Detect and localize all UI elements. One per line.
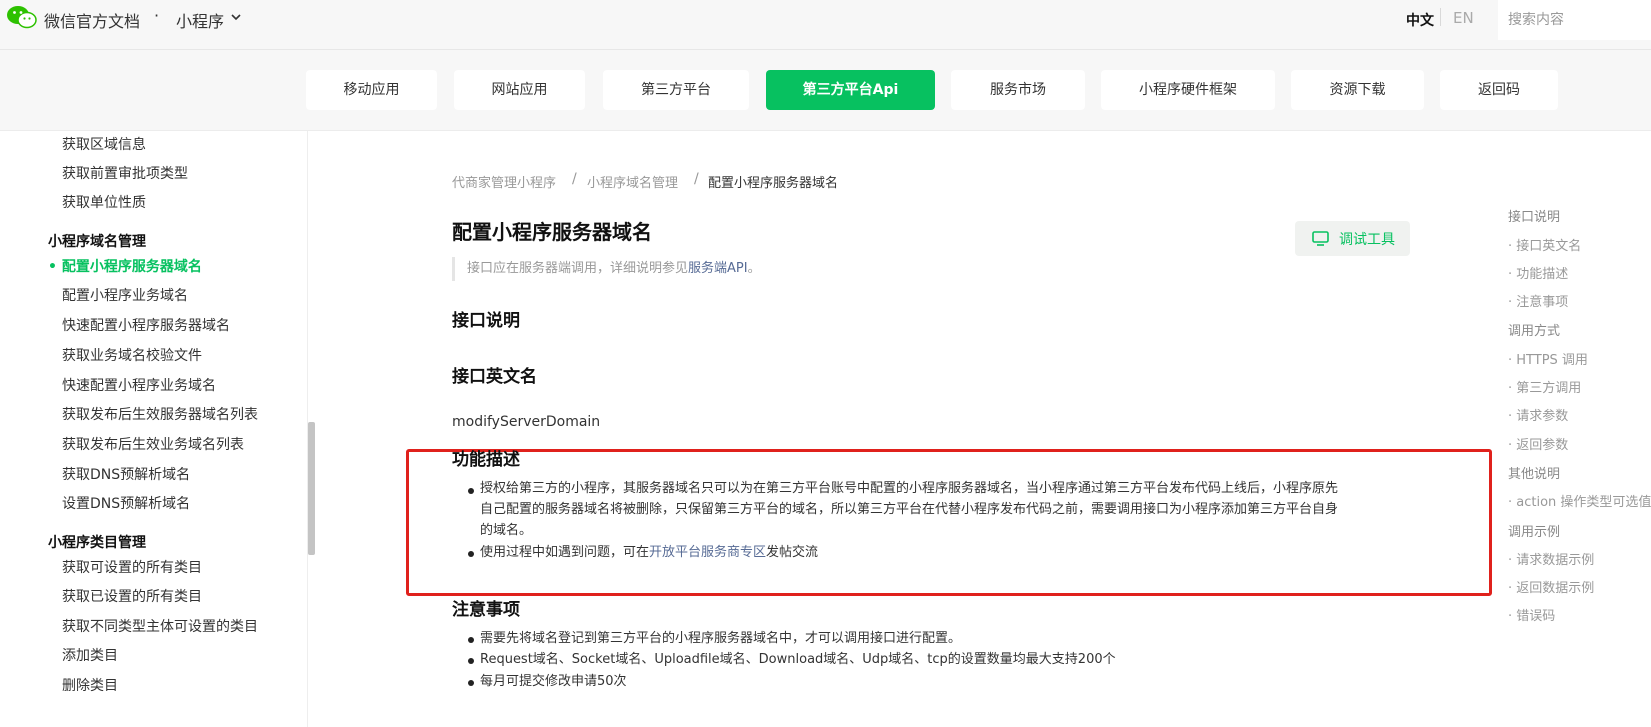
tab-mobile-app[interactable]: 移动应用 bbox=[306, 70, 437, 110]
toc-item[interactable]: · 请求数据示例 bbox=[1508, 549, 1594, 568]
sidebar-group-domain[interactable]: 小程序域名管理 bbox=[48, 231, 146, 251]
tab-return-codes[interactable]: 返回码 bbox=[1440, 70, 1558, 110]
main-content: 代商家管理小程序 / 小程序域名管理 / 配置小程序服务器域名 配置小程序服务器… bbox=[308, 131, 1651, 727]
search-box[interactable] bbox=[1498, 0, 1651, 40]
debug-tool-label: 调试工具 bbox=[1339, 232, 1395, 248]
api-english-name: modifyServerDomain bbox=[452, 414, 601, 430]
note-suffix: 。 bbox=[747, 261, 761, 276]
sidebar-item[interactable]: 添加类目 bbox=[62, 645, 118, 665]
note-text: 接口应在服务器端调用，详细说明参见 bbox=[467, 261, 689, 276]
bullet-dot bbox=[468, 488, 474, 494]
sidebar-item[interactable]: 获取发布后生效业务域名列表 bbox=[62, 434, 244, 454]
sidebar-item-active[interactable]: • 配置小程序服务器域名 bbox=[48, 256, 202, 276]
search-input[interactable] bbox=[1498, 0, 1651, 40]
lang-divider bbox=[1440, 8, 1441, 26]
func-p2-prefix: 使用过程中如遇到问题，可在 bbox=[480, 545, 650, 560]
debug-tool-button[interactable]: 调试工具 bbox=[1295, 221, 1410, 256]
server-api-note: 接口应在服务器端调用，详细说明参见服务端API。 bbox=[452, 257, 761, 281]
toc-item[interactable]: · HTTPS 调用 bbox=[1508, 349, 1588, 368]
toc-item[interactable]: · 第三方调用 bbox=[1508, 377, 1581, 396]
func-desc-line: 自己配置的服务器域名将被删除，只保留第三方平台的域名，所以第三方平台在代替小程序… bbox=[480, 502, 1339, 517]
sidebar-active-label: 配置小程序服务器域名 bbox=[61, 259, 202, 275]
toc-item[interactable]: · 注意事项 bbox=[1508, 291, 1568, 310]
bullet-dot bbox=[468, 658, 474, 664]
section-function: 功能描述 bbox=[452, 450, 520, 470]
page-title: 配置小程序服务器域名 bbox=[452, 220, 652, 244]
category-tabbar: 移动应用 网站应用 第三方平台 第三方平台Api 服务市场 小程序硬件框架 资源… bbox=[0, 50, 1651, 131]
sidebar-item[interactable]: 快速配置小程序业务域名 bbox=[62, 375, 216, 395]
section-interface: 接口说明 bbox=[452, 311, 520, 331]
tab-hardware-framework[interactable]: 小程序硬件框架 bbox=[1101, 70, 1275, 110]
sidebar-item-approval-types[interactable]: 获取前置审批项类型 bbox=[62, 163, 188, 183]
sidebar-item[interactable]: 获取已设置的所有类目 bbox=[62, 586, 202, 606]
wechat-logo-icon[interactable] bbox=[6, 4, 38, 30]
sidebar-item[interactable]: 快速配置小程序服务器域名 bbox=[62, 315, 230, 335]
tab-website-app[interactable]: 网站应用 bbox=[454, 70, 585, 110]
bullet-dot bbox=[468, 551, 474, 557]
service-provider-zone-link[interactable]: 开放平台服务商专区 bbox=[649, 545, 766, 560]
func-p2-suffix: 发帖交流 bbox=[766, 545, 819, 560]
chevron-down-icon[interactable] bbox=[230, 11, 242, 23]
sidebar-item[interactable]: 获取不同类型主体可设置的类目 bbox=[62, 616, 258, 636]
toc-item[interactable]: · 接口英文名 bbox=[1508, 235, 1581, 254]
red-highlight-box bbox=[406, 449, 1492, 596]
tab-third-party[interactable]: 第三方平台 bbox=[603, 70, 749, 110]
sidebar-item[interactable]: 删除类目 bbox=[62, 675, 118, 695]
toc-item[interactable]: · 返回参数 bbox=[1508, 434, 1568, 453]
sidebar-item[interactable]: 获取可设置的所有类目 bbox=[62, 557, 202, 577]
section-en-name: 接口英文名 bbox=[452, 367, 537, 387]
tab-service-market[interactable]: 服务市场 bbox=[951, 70, 1085, 110]
func-desc-line: 使用过程中如遇到问题，可在开放平台服务商专区发帖交流 bbox=[480, 542, 818, 564]
breadcrumb-separator: / bbox=[572, 171, 577, 187]
table-of-contents: 接口说明 · 接口英文名 · 功能描述 · 注意事项 调用方式 · HTTPS … bbox=[1501, 131, 1651, 727]
toc-item[interactable]: · action 操作类型可选值 bbox=[1508, 491, 1651, 510]
toc-item[interactable]: · 请求参数 bbox=[1508, 405, 1568, 424]
tab-third-party-api[interactable]: 第三方平台Api bbox=[766, 70, 935, 110]
bullet-dot bbox=[468, 637, 474, 643]
sidebar-item-unit-nature[interactable]: 获取单位性质 bbox=[62, 192, 146, 212]
product-switcher[interactable]: 小程序 bbox=[176, 8, 224, 32]
breadcrumb-separator: / bbox=[694, 171, 699, 187]
section-notes: 注意事项 bbox=[452, 600, 520, 620]
toc-item[interactable]: · 错误码 bbox=[1508, 605, 1555, 624]
lang-en-link[interactable]: EN bbox=[1453, 9, 1474, 27]
note-item: Request域名、Socket域名、Uploadfile域名、Download… bbox=[480, 652, 1116, 667]
left-sidebar: 获取区域信息 获取前置审批项类型 获取单位性质 小程序域名管理 • 配置小程序服… bbox=[0, 131, 308, 727]
sidebar-item[interactable]: 设置DNS预解析域名 bbox=[62, 493, 190, 513]
server-api-link[interactable]: 服务端API bbox=[688, 261, 748, 276]
brand-separator: · bbox=[154, 6, 160, 25]
sidebar-item[interactable]: 获取DNS预解析域名 bbox=[62, 464, 190, 484]
bullet-dot bbox=[468, 680, 474, 686]
sidebar-item[interactable]: 配置小程序业务域名 bbox=[62, 285, 188, 305]
note-item: 需要先将域名登记到第三方平台的小程序服务器域名中，才可以调用接口进行配置。 bbox=[480, 631, 962, 646]
sidebar-item[interactable]: 获取发布后生效服务器域名列表 bbox=[62, 404, 258, 424]
toc-item[interactable]: · 返回数据示例 bbox=[1508, 577, 1594, 596]
sidebar-item[interactable]: 获取业务域名校验文件 bbox=[62, 345, 202, 365]
breadcrumb-item[interactable]: 代商家管理小程序 bbox=[452, 172, 556, 191]
toc-item[interactable]: 接口说明 bbox=[1508, 206, 1560, 225]
brand-title[interactable]: 微信官方文档 bbox=[44, 8, 140, 32]
toc-item[interactable]: 调用示例 bbox=[1508, 521, 1560, 540]
breadcrumb-item[interactable]: 小程序域名管理 bbox=[587, 172, 678, 191]
tab-resource-download[interactable]: 资源下载 bbox=[1291, 70, 1424, 110]
breadcrumb-current: 配置小程序服务器域名 bbox=[708, 176, 839, 191]
toc-item[interactable]: 其他说明 bbox=[1508, 463, 1560, 482]
toc-item[interactable]: 调用方式 bbox=[1508, 320, 1560, 339]
sidebar-group-category[interactable]: 小程序类目管理 bbox=[48, 532, 146, 552]
lang-zh-link[interactable]: 中文 bbox=[1406, 10, 1434, 30]
monitor-icon bbox=[1312, 231, 1329, 246]
toc-item[interactable]: · 功能描述 bbox=[1508, 263, 1568, 282]
note-item: 每月可提交修改申请50次 bbox=[480, 674, 627, 689]
func-desc-line: 的域名。 bbox=[480, 523, 533, 538]
func-desc-line: 授权给第三方的小程序，其服务器域名只可以为在第三方平台账号中配置的小程序服务器域… bbox=[480, 481, 1339, 496]
sidebar-item-region-info[interactable]: 获取区域信息 bbox=[62, 134, 146, 154]
top-header: 微信官方文档 · 小程序 中文 EN bbox=[0, 0, 1651, 50]
